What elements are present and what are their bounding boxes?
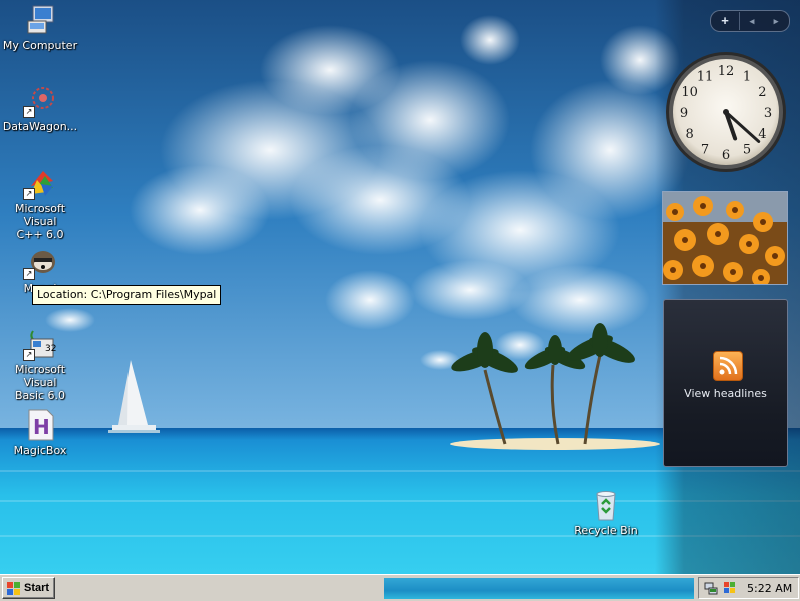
visual-cpp-icon: ↗ bbox=[23, 166, 57, 200]
desktop-icon-datawagon[interactable]: ↗ DataWagon... bbox=[0, 84, 80, 133]
desktop-icon-label: Recycle Bin bbox=[574, 524, 638, 537]
computer-icon bbox=[23, 3, 57, 37]
sidebar-toolbar: + ◂ ▸ bbox=[710, 10, 790, 32]
rss-icon bbox=[713, 351, 743, 381]
previous-gadgets-button[interactable]: ◂ bbox=[740, 12, 764, 30]
security-icon[interactable] bbox=[723, 581, 737, 595]
clock-number-7: 7 bbox=[701, 142, 709, 157]
feed-headlines-gadget[interactable]: View headlines bbox=[663, 299, 788, 467]
svg-text:32: 32 bbox=[45, 344, 56, 354]
view-headlines-link[interactable]: View headlines bbox=[664, 387, 787, 400]
clock-number-3: 3 bbox=[764, 106, 772, 121]
shortcut-arrow-icon: ↗ bbox=[23, 268, 35, 280]
clock-number-1: 1 bbox=[743, 70, 751, 85]
clock-number-2: 2 bbox=[758, 85, 766, 100]
clock-number-12: 12 bbox=[718, 64, 735, 79]
desktop-icon-recycle-bin[interactable]: Recycle Bin bbox=[566, 488, 646, 537]
shortcut-arrow-icon: ↗ bbox=[23, 188, 35, 200]
desktop-icon-label: Microsoft Visual C++ 6.0 bbox=[14, 202, 66, 241]
recycle-bin-icon bbox=[589, 488, 623, 522]
system-tray: 5:22 AM bbox=[698, 577, 799, 599]
taskbar: Start 5:22 AM bbox=[0, 574, 800, 601]
magicbox-icon: H bbox=[23, 408, 57, 442]
shortcut-arrow-icon: ↗ bbox=[23, 349, 35, 361]
desktop-icon-visual-basic[interactable]: 32 ↗ Microsoft Visual Basic 6.0 bbox=[0, 327, 80, 402]
next-gadgets-button[interactable]: ▸ bbox=[764, 12, 788, 30]
clock-number-4: 4 bbox=[758, 127, 766, 142]
clock-gadget[interactable]: 12 1 2 3 4 5 6 7 8 9 10 11 bbox=[664, 50, 788, 174]
network-icon[interactable] bbox=[704, 581, 718, 595]
datawagon-icon: ↗ bbox=[23, 84, 57, 118]
taskbar-clock[interactable]: 5:22 AM bbox=[747, 582, 792, 595]
visual-basic-icon: 32 ↗ bbox=[23, 327, 57, 361]
clock-number-11: 11 bbox=[697, 70, 714, 85]
add-gadget-button[interactable]: + bbox=[711, 12, 740, 30]
svg-text:H: H bbox=[33, 415, 50, 439]
slideshow-gadget[interactable] bbox=[662, 191, 788, 285]
windows-flag-icon bbox=[7, 581, 21, 595]
clock-number-8: 8 bbox=[685, 127, 693, 142]
clock-number-10: 10 bbox=[681, 85, 698, 100]
taskbar-wallpaper-strip bbox=[384, 578, 694, 599]
start-label: Start bbox=[24, 582, 50, 594]
desktop-icon-magicbox[interactable]: H MagicBox bbox=[0, 408, 80, 457]
clock-number-5: 5 bbox=[743, 142, 751, 157]
shortcut-arrow-icon: ↗ bbox=[23, 106, 35, 118]
desktop-icon-visual-cpp[interactable]: ↗ Microsoft Visual C++ 6.0 bbox=[0, 166, 80, 241]
start-button[interactable]: Start bbox=[2, 577, 55, 599]
desktop-icon-label: My Computer bbox=[2, 39, 78, 52]
icon-location-tooltip: Location: C:\Program Files\Mypal bbox=[32, 285, 222, 305]
desktop-icon-label: DataWagon... bbox=[2, 120, 78, 133]
mypal-icon: ↗ bbox=[23, 246, 57, 280]
clock-number-6: 6 bbox=[722, 148, 730, 163]
desktop-icon-label: MagicBox bbox=[13, 444, 67, 457]
clock-number-9: 9 bbox=[680, 106, 688, 121]
desktop-icon-label: Microsoft Visual Basic 6.0 bbox=[14, 363, 66, 402]
desktop-icon-my-computer[interactable]: My Computer bbox=[0, 3, 80, 52]
